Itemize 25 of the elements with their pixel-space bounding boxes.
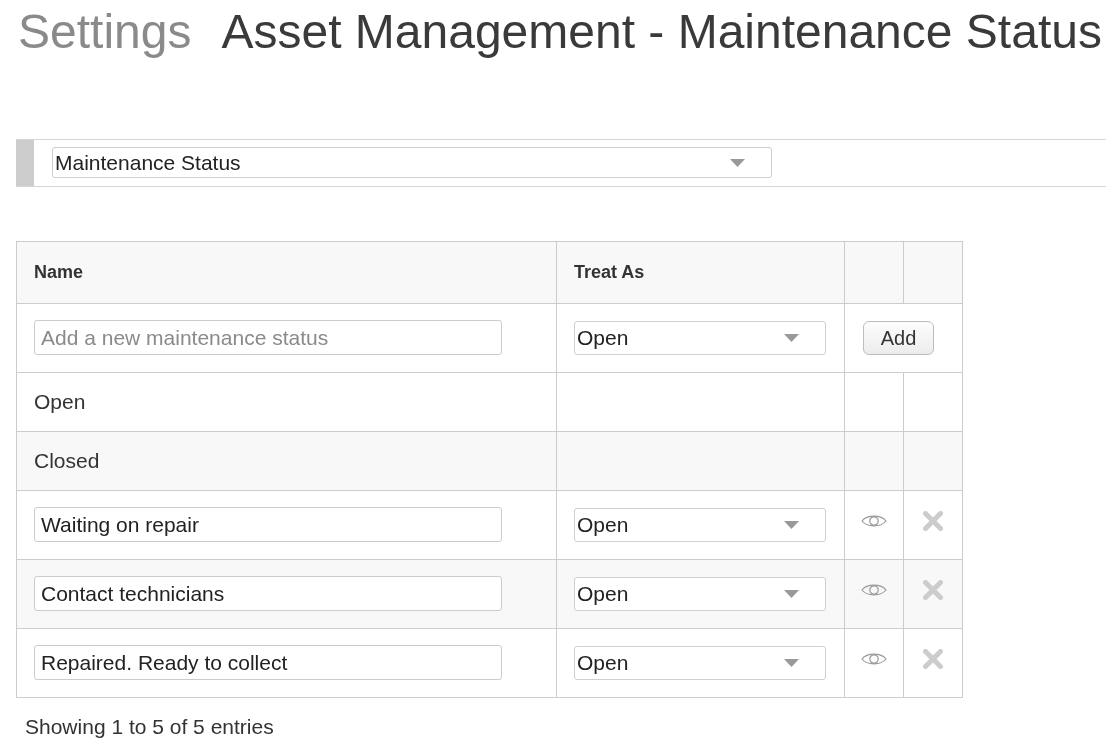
column-header: Name [16, 241, 557, 304]
delete-icon[interactable] [923, 510, 943, 531]
caret-icon [784, 520, 799, 529]
delete-icon[interactable] [923, 648, 943, 669]
add-button[interactable]: Add [863, 320, 934, 355]
delete-icon[interactable] [923, 579, 943, 600]
treat-as-select[interactable]: Open [574, 645, 826, 680]
treat-as-select[interactable]: Open [574, 320, 826, 355]
list-select[interactable]: Maintenance Status [52, 147, 772, 179]
treat-as-select[interactable]: Open [574, 576, 826, 611]
entries-info: Showing 1 to 5 of 5 entries [25, 713, 274, 740]
status-name: Closed [16, 431, 557, 491]
caret-icon [784, 333, 799, 342]
treat-as-select[interactable]: Open [574, 507, 826, 542]
section-title: Settings [18, 4, 192, 60]
status-name-field[interactable]: Repaired. Ready to collect [34, 645, 502, 681]
caret-icon [730, 158, 745, 167]
column-header: Treat As [556, 241, 845, 304]
new-status-field[interactable]: Add a new maintenance status [34, 320, 502, 356]
status-name-field[interactable]: Waiting on repair [34, 507, 502, 543]
caret-icon [784, 658, 799, 667]
caret-icon [784, 589, 799, 598]
status-name-field[interactable]: Contact technicians [34, 576, 502, 612]
page-title: Asset Management - Maintenance Status [221, 4, 1102, 60]
status-name: Open [16, 372, 557, 432]
